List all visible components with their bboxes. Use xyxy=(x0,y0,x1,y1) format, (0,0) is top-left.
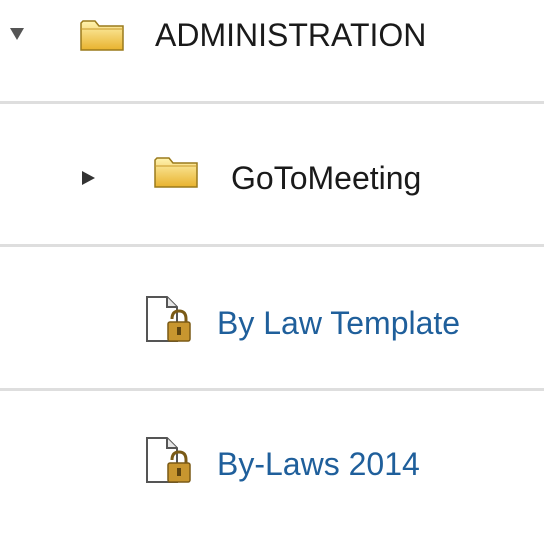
row-divider xyxy=(0,388,544,391)
row-divider xyxy=(0,101,544,104)
folder-icon xyxy=(80,18,124,57)
caret-down-icon[interactable] xyxy=(10,28,24,40)
locked-document-icon xyxy=(144,436,194,489)
file-tree: ADMINISTRATION GoToMeeting By Law Templa… xyxy=(0,0,544,513)
caret-right-icon[interactable] xyxy=(82,171,95,185)
locked-document-icon xyxy=(144,295,194,348)
folder-icon xyxy=(154,155,198,194)
tree-item-gotomeeting[interactable]: GoToMeeting xyxy=(0,105,544,247)
document-link[interactable]: By-Laws 2014 xyxy=(217,444,420,484)
tree-item-by-law-template[interactable]: By Law Template xyxy=(0,248,544,390)
row-divider xyxy=(0,244,544,247)
document-link[interactable]: By Law Template xyxy=(217,303,460,343)
tree-item-label: ADMINISTRATION xyxy=(155,17,427,53)
tree-item-label: GoToMeeting xyxy=(231,160,422,196)
